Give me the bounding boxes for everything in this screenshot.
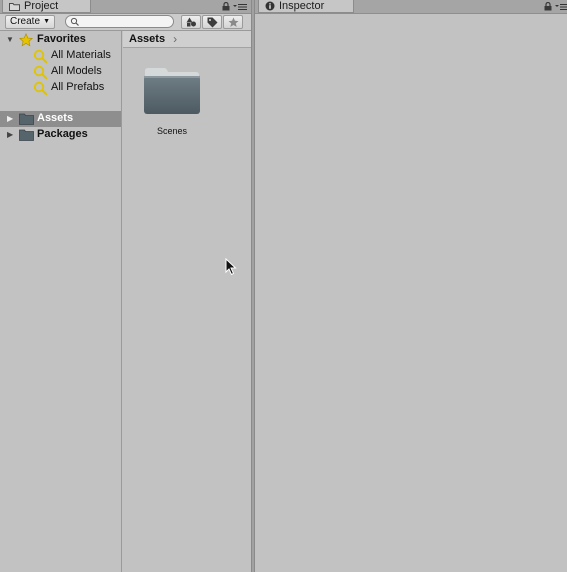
info-icon bbox=[265, 1, 275, 11]
project-content: Assets › Scenes bbox=[123, 31, 251, 572]
search-input[interactable] bbox=[65, 15, 174, 28]
asset-folder-label: Scenes bbox=[156, 126, 188, 136]
star-icon bbox=[228, 17, 238, 27]
tree-item-all-models[interactable]: All Models bbox=[0, 64, 121, 80]
caret-down-icon: ▼ bbox=[43, 18, 50, 25]
expand-right-icon[interactable]: ▶ bbox=[7, 130, 13, 139]
asset-folder-scenes[interactable]: Scenes bbox=[141, 67, 203, 136]
tree-item-label: Assets bbox=[37, 112, 74, 124]
tree-item-all-materials[interactable]: All Materials bbox=[0, 48, 121, 64]
search-filter-icon bbox=[33, 81, 48, 96]
save-search-button[interactable] bbox=[223, 15, 243, 29]
project-tree: ▼ Favorites All Materials All Models All… bbox=[0, 31, 122, 572]
tree-item-label: All Prefabs bbox=[51, 81, 105, 93]
breadcrumb-item-assets[interactable]: Assets bbox=[129, 33, 165, 45]
expand-down-icon[interactable]: ▼ bbox=[6, 35, 14, 44]
tree-item-label: Packages bbox=[37, 128, 88, 140]
filter-by-type-button[interactable] bbox=[181, 15, 201, 29]
tree-favorites-label: Favorites bbox=[37, 33, 86, 45]
tab-project[interactable]: Project bbox=[2, 0, 91, 13]
inspector-panel bbox=[255, 14, 567, 572]
create-button-label: Create bbox=[10, 16, 41, 27]
project-panel: Create ▼ ▼ Favorites All Materials All M… bbox=[0, 14, 251, 572]
chevron-right-icon: › bbox=[173, 32, 178, 46]
inspector-tab-tools bbox=[544, 1, 567, 12]
filter-by-label-button[interactable] bbox=[202, 15, 222, 29]
tab-inspector-label: Inspector bbox=[279, 0, 325, 12]
search-filter-icon bbox=[33, 49, 48, 64]
search-icon bbox=[70, 17, 79, 26]
tab-project-label: Project bbox=[24, 0, 59, 12]
lock-icon[interactable] bbox=[222, 2, 230, 11]
expand-right-icon[interactable]: ▶ bbox=[7, 114, 13, 123]
tree-favorites[interactable]: ▼ Favorites bbox=[0, 32, 121, 48]
shapes-icon bbox=[186, 17, 196, 27]
tab-menu-icon[interactable] bbox=[555, 3, 567, 11]
mouse-cursor-icon bbox=[225, 258, 237, 276]
tree-item-assets[interactable]: ▶ Assets bbox=[0, 111, 121, 127]
tree-item-label: All Materials bbox=[51, 49, 111, 61]
breadcrumb: Assets › bbox=[123, 31, 251, 48]
tree-item-label: All Models bbox=[51, 65, 102, 77]
folder-icon bbox=[9, 2, 20, 11]
search-filter-icon bbox=[33, 65, 48, 80]
tab-bar: Project Inspector bbox=[0, 0, 567, 14]
tab-inspector[interactable]: Inspector bbox=[258, 0, 354, 13]
folder-icon bbox=[19, 113, 34, 125]
project-tab-tools bbox=[222, 1, 247, 12]
folder-icon bbox=[144, 68, 200, 114]
folder-icon bbox=[19, 129, 34, 141]
project-toolbar: Create ▼ bbox=[0, 14, 251, 31]
create-button[interactable]: Create ▼ bbox=[5, 15, 55, 29]
tab-menu-icon[interactable] bbox=[233, 3, 247, 11]
tree-item-packages[interactable]: ▶ Packages bbox=[0, 127, 121, 143]
tag-icon bbox=[207, 17, 217, 27]
tree-item-all-prefabs[interactable]: All Prefabs bbox=[0, 80, 121, 96]
lock-icon[interactable] bbox=[544, 2, 552, 11]
favorites-star-icon bbox=[19, 33, 33, 47]
